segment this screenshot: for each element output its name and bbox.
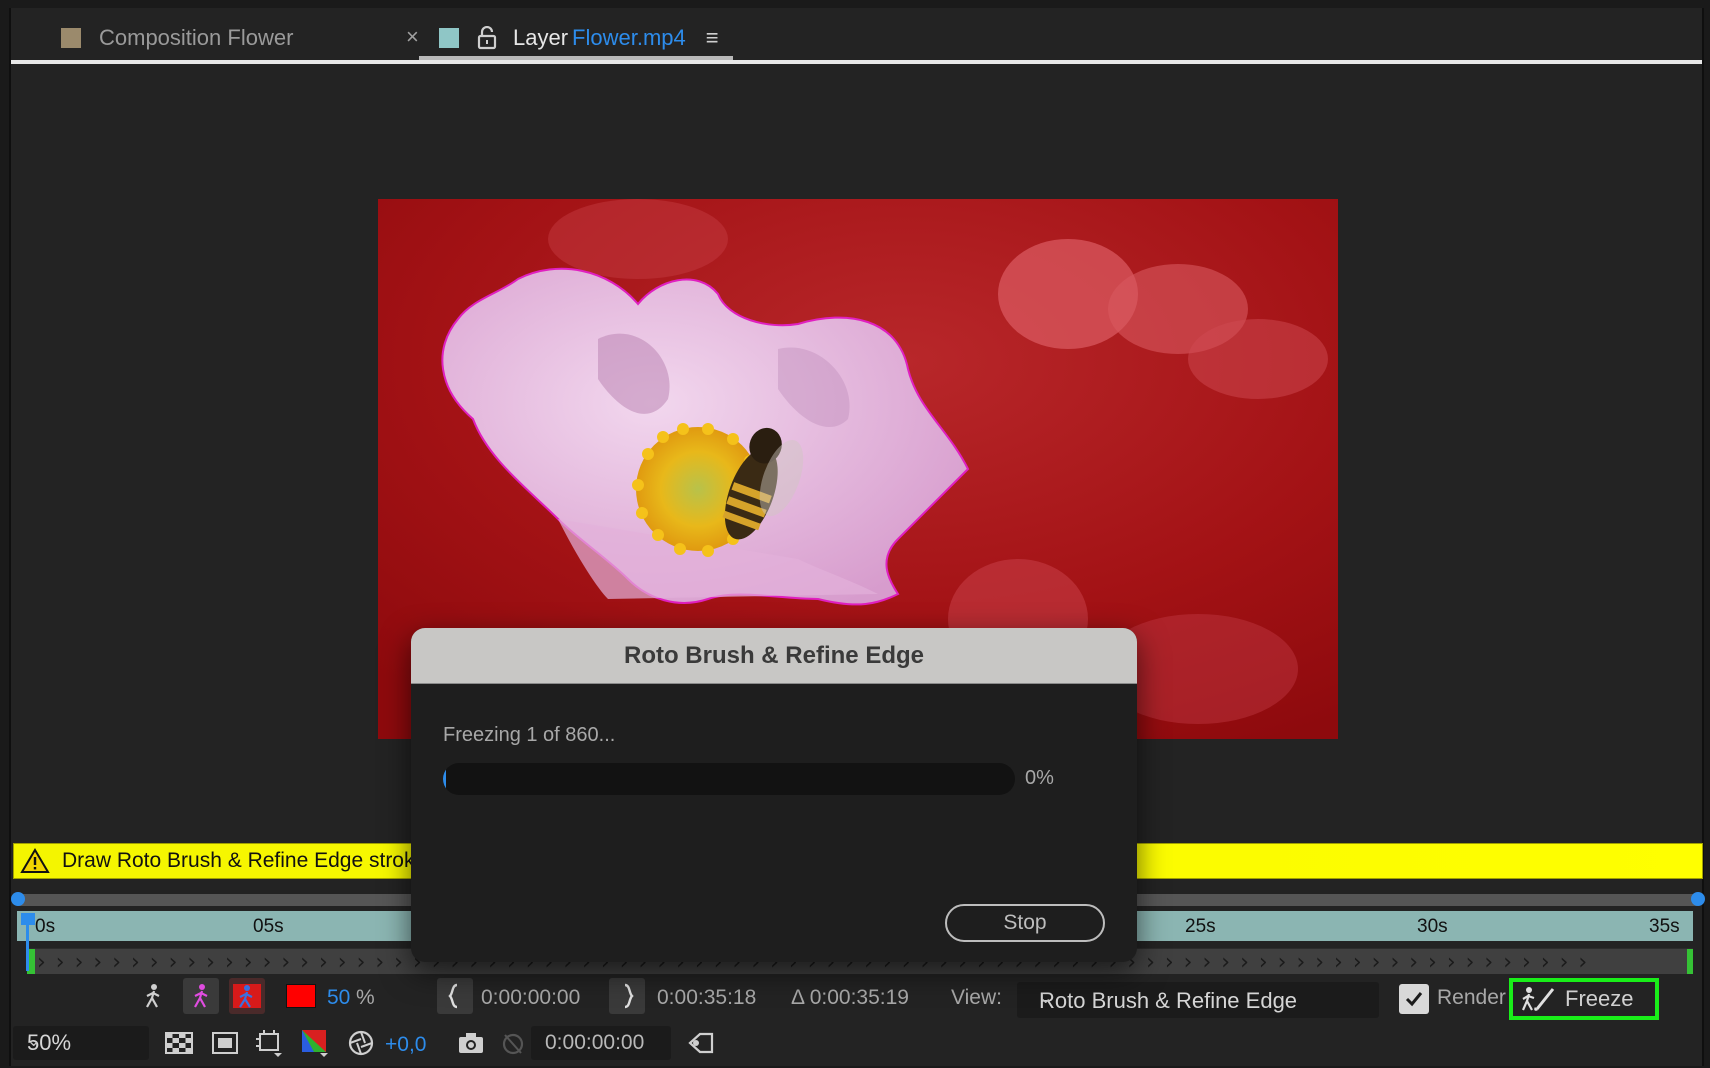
overlay-opacity-unit: % bbox=[356, 986, 375, 1009]
in-point-time[interactable]: 0:00:00:00 bbox=[481, 986, 580, 1010]
camera-snapshot-icon[interactable] bbox=[453, 1025, 489, 1061]
tick-label: 05s bbox=[253, 916, 284, 937]
tab-layer[interactable]: Layer Flower.mp4 ≡ bbox=[439, 18, 719, 58]
active-tab-indicator bbox=[419, 56, 733, 60]
view-dropdown[interactable]: Roto Brush & Refine Edge ⌄ bbox=[1017, 982, 1379, 1018]
show-snapshot-icon[interactable] bbox=[495, 1025, 531, 1061]
overlay-opacity-value[interactable]: 50 bbox=[327, 986, 350, 1010]
tab-layer-name: Flower.mp4 bbox=[572, 25, 686, 50]
roto-progress-dialog: Roto Brush & Refine Edge Freezing 1 of 8… bbox=[411, 628, 1137, 962]
chevron-down-icon: ⌄ bbox=[1039, 990, 1053, 1007]
tab-bar: Composition Flower × Layer Flower.mp4 ≡ bbox=[11, 8, 1702, 64]
warning-text: Draw Roto Brush & Refine Edge strokes bbox=[62, 849, 437, 872]
channel-rgb-icon[interactable] bbox=[297, 1025, 333, 1061]
out-point-time[interactable]: 0:00:35:18 bbox=[657, 986, 756, 1010]
progress-fill bbox=[443, 763, 446, 795]
flowchart-icon[interactable] bbox=[683, 1025, 719, 1061]
playhead-line[interactable] bbox=[26, 915, 29, 971]
render-label: Render bbox=[1437, 986, 1506, 1009]
layer-panel: Composition Flower × Layer Flower.mp4 ≡ bbox=[9, 8, 1705, 1066]
render-checkbox[interactable] bbox=[1399, 984, 1429, 1014]
duration-readout: Δ 0:00:35:19 bbox=[791, 986, 909, 1009]
view-label: View: bbox=[951, 986, 1002, 1009]
tick-label: 35s bbox=[1649, 916, 1680, 937]
tick-label: 30s bbox=[1417, 916, 1448, 937]
exposure-icon[interactable] bbox=[343, 1025, 379, 1061]
tick-label: 25s bbox=[1185, 916, 1216, 937]
transparency-grid-icon[interactable] bbox=[161, 1025, 197, 1061]
dialog-title: Roto Brush & Refine Edge bbox=[411, 628, 1137, 684]
panel-menu-icon[interactable]: ≡ bbox=[706, 25, 719, 51]
stop-button[interactable]: Stop bbox=[945, 904, 1105, 942]
progress-bar bbox=[443, 763, 1015, 795]
chevron-down-icon: ⌄ bbox=[27, 1033, 41, 1050]
close-tab-icon[interactable]: × bbox=[406, 24, 419, 50]
show-overlay-icon[interactable] bbox=[229, 978, 265, 1014]
dialog-status-text: Freezing 1 of 860... bbox=[443, 724, 616, 746]
freeze-brush-icon bbox=[1521, 987, 1555, 1011]
progress-percent-label: 0% bbox=[1025, 767, 1054, 789]
composition-color-swatch bbox=[61, 28, 81, 48]
set-out-point-icon[interactable] bbox=[609, 978, 645, 1014]
freeze-label: Freeze bbox=[1565, 986, 1634, 1011]
layer-color-swatch bbox=[439, 28, 459, 48]
tick-label: 0s bbox=[35, 916, 56, 937]
current-timecode: 0:00:00:00 bbox=[545, 1031, 645, 1054]
show-alpha-icon[interactable] bbox=[183, 978, 219, 1014]
tab-bar-divider bbox=[11, 60, 1702, 64]
lock-icon[interactable] bbox=[477, 25, 497, 50]
viewer-toolbar: 50% ⌄ +0,0 0:00:00:00 bbox=[11, 1022, 1702, 1064]
warning-triangle-icon bbox=[20, 848, 50, 874]
work-area-end-handle[interactable] bbox=[1691, 892, 1705, 906]
zoom-dropdown[interactable]: 50% ⌄ bbox=[13, 1026, 149, 1060]
span-end-marker bbox=[1687, 949, 1693, 974]
show-foreground-icon[interactable] bbox=[135, 978, 171, 1014]
set-in-point-icon[interactable] bbox=[437, 978, 473, 1014]
work-area-start-handle[interactable] bbox=[11, 892, 25, 906]
roto-toolbar: 50 % 0:00:00:00 0:00:35:18 Δ 0:00:35:19 … bbox=[11, 978, 1702, 1020]
tab-composition[interactable]: Composition Flower bbox=[61, 18, 293, 58]
region-of-interest-icon[interactable] bbox=[251, 1025, 287, 1061]
tab-composition-label: Composition Flower bbox=[99, 25, 294, 50]
overlay-color-swatch[interactable] bbox=[283, 978, 319, 1014]
checkmark-icon bbox=[1405, 992, 1423, 1007]
freeze-button[interactable]: Freeze bbox=[1509, 978, 1659, 1020]
mask-visibility-icon[interactable] bbox=[207, 1025, 243, 1061]
current-time-display[interactable]: 0:00:00:00 bbox=[531, 1026, 671, 1060]
exposure-value[interactable]: +0,0 bbox=[385, 1033, 426, 1057]
tab-layer-prefix: Layer bbox=[513, 25, 569, 50]
